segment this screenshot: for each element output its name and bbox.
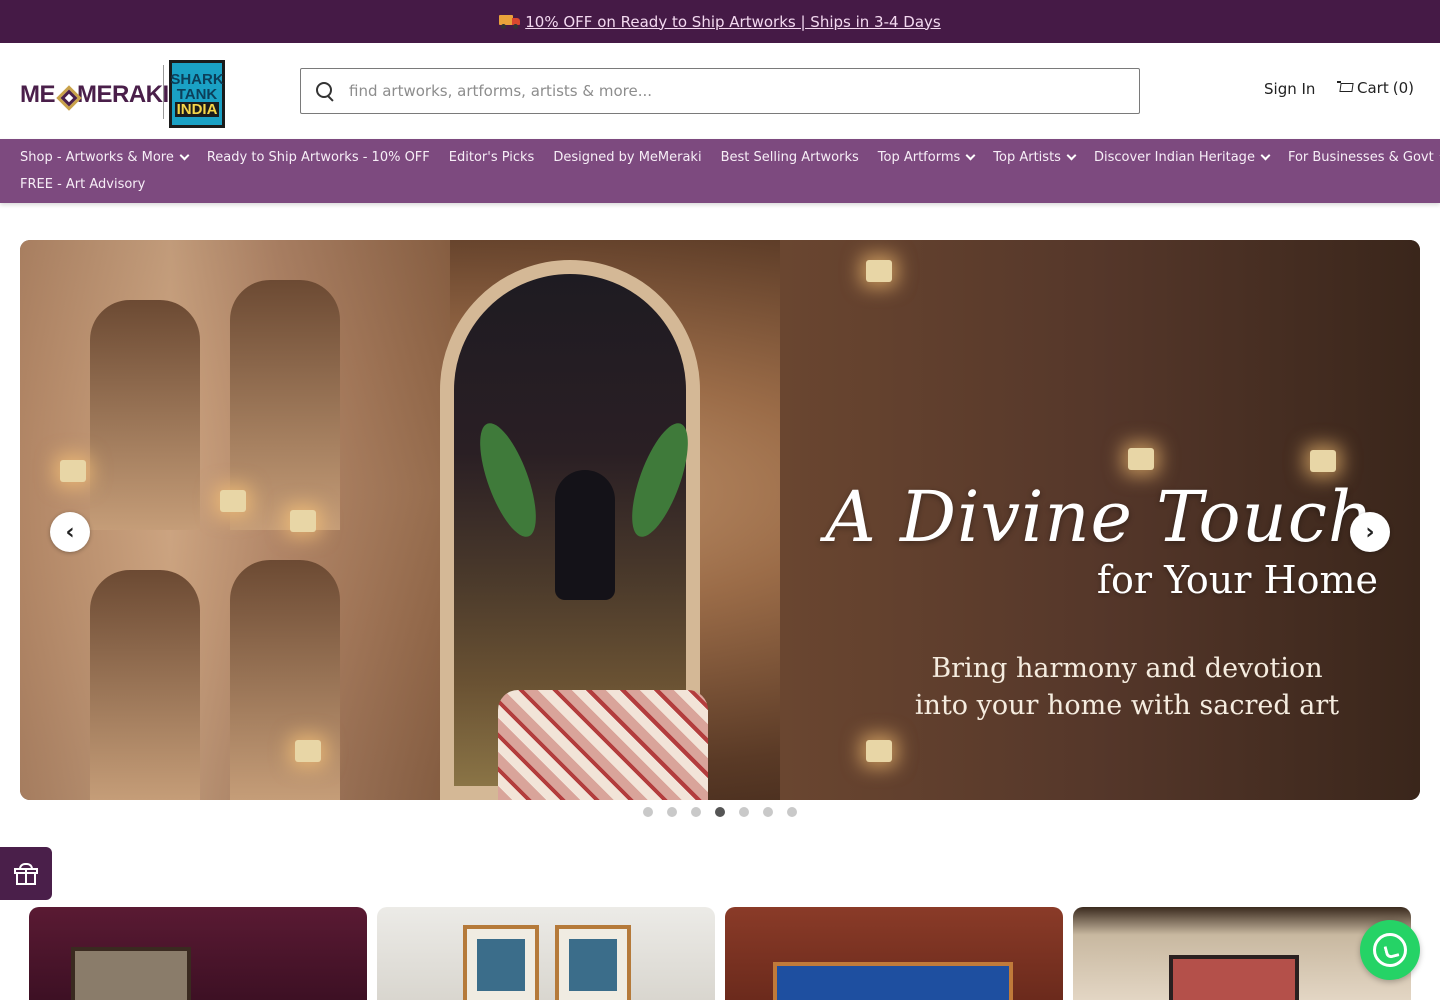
whatsapp-icon bbox=[1373, 933, 1407, 967]
nav-item-label: Editor's Picks bbox=[448, 150, 535, 165]
search-bar[interactable] bbox=[300, 68, 1140, 114]
artwork-frame bbox=[555, 925, 631, 1000]
carousel-dots bbox=[643, 807, 797, 817]
gift-icon bbox=[14, 862, 38, 885]
nav-row-secondary: FREE - Art Advisory bbox=[20, 177, 145, 192]
announcement-bar: 10% OFF on Ready to Ship Artworks | Ship… bbox=[0, 0, 1440, 43]
hero-niche bbox=[90, 570, 200, 800]
hero-lamp bbox=[220, 490, 246, 512]
nav-item-shop-artworks-more[interactable]: Shop - Artworks & More bbox=[20, 150, 190, 165]
hero-lamp bbox=[295, 740, 321, 762]
nav-item-label: Best Selling Artworks bbox=[720, 150, 859, 165]
memeraki-logo[interactable]: ME MERAKI bbox=[20, 81, 169, 109]
artwork-frame bbox=[463, 925, 539, 1000]
nav-row-primary: Shop - Artworks & More Ready to Ship Artw… bbox=[20, 150, 1440, 165]
nav-item-label: Shop - Artworks & More bbox=[20, 150, 174, 165]
artwork-frame bbox=[71, 947, 191, 1000]
chevron-left-icon: ‹ bbox=[65, 519, 75, 545]
nav-item-label: Discover Indian Heritage bbox=[1093, 150, 1255, 165]
nav-item-for-businesses-govt[interactable]: For Businesses & Govt bbox=[1288, 150, 1440, 165]
hero-lamp bbox=[60, 460, 86, 482]
nav-item-designed-by-memeraki[interactable]: Designed by MeMeraki bbox=[553, 150, 701, 165]
badge-line-1: SHARK bbox=[170, 70, 224, 88]
chevron-down-icon bbox=[965, 150, 976, 161]
nav-item-editor-s-picks[interactable]: Editor's Picks bbox=[449, 150, 535, 165]
carousel-dot-6[interactable] bbox=[763, 807, 773, 817]
carousel-prev-button[interactable]: ‹ bbox=[50, 512, 90, 552]
hero-subtitle: for Your Home bbox=[1096, 558, 1378, 602]
truck-icon bbox=[499, 14, 521, 29]
cart-icon bbox=[1337, 81, 1353, 95]
gift-button[interactable] bbox=[0, 847, 52, 900]
shark-tank-india-badge: SHARK TANK INDIA bbox=[169, 60, 225, 128]
carousel-dot-7[interactable] bbox=[787, 807, 797, 817]
carousel-dot-1[interactable] bbox=[643, 807, 653, 817]
hero-lamp bbox=[866, 260, 892, 282]
nav-item-label: Designed by MeMeraki bbox=[553, 150, 702, 165]
hero-lamp bbox=[1128, 448, 1154, 470]
whatsapp-chat-button[interactable] bbox=[1360, 920, 1420, 980]
hero-lamp bbox=[1310, 450, 1336, 472]
hero-niche bbox=[230, 280, 340, 530]
hero-description: Bring harmony and devotion into your hom… bbox=[914, 653, 1340, 721]
sign-in-link[interactable]: Sign In bbox=[1264, 80, 1315, 98]
artwork-frame bbox=[1169, 955, 1299, 1000]
hero-lamp bbox=[290, 510, 316, 532]
site-header: ME MERAKI SHARK TANK INDIA Sign In Cart … bbox=[0, 43, 1440, 139]
cart-button[interactable]: Cart (0) bbox=[1337, 79, 1414, 97]
nav-item-label: Top Artforms bbox=[877, 150, 961, 165]
badge-line-2: TANK bbox=[176, 85, 218, 103]
hero-painting-figure bbox=[555, 470, 615, 600]
search-icon[interactable] bbox=[315, 81, 335, 101]
artwork-frame bbox=[773, 962, 1013, 1000]
carousel-dot-4[interactable] bbox=[715, 807, 725, 817]
carousel-next-button[interactable]: › bbox=[1350, 512, 1390, 552]
nav-item-ready-to-ship-artworks-10-off[interactable]: Ready to Ship Artworks - 10% OFF bbox=[207, 150, 430, 165]
nav-item-label: For Businesses & Govt bbox=[1287, 150, 1434, 165]
nav-item-label: FREE - Art Advisory bbox=[20, 177, 146, 192]
search-input[interactable] bbox=[349, 82, 1109, 100]
chevron-down-icon bbox=[1066, 150, 1077, 161]
hero-bed bbox=[498, 690, 708, 800]
logo-text-right: MERAKI bbox=[77, 81, 169, 108]
nav-item-top-artists[interactable]: Top Artists bbox=[993, 150, 1077, 165]
chevron-down-icon bbox=[1260, 150, 1271, 161]
logo-divider bbox=[163, 65, 164, 119]
cart-count: (0) bbox=[1392, 79, 1414, 97]
announcement-text: 10% OFF on Ready to Ship Artworks | Ship… bbox=[525, 12, 941, 31]
carousel-dot-3[interactable] bbox=[691, 807, 701, 817]
chevron-down-icon bbox=[179, 150, 190, 161]
nav-item-discover-indian-heritage[interactable]: Discover Indian Heritage bbox=[1093, 150, 1271, 165]
hero-niche bbox=[230, 560, 340, 800]
chevron-right-icon: › bbox=[1365, 519, 1375, 545]
badge-line-3: INDIA bbox=[174, 100, 220, 118]
carousel-dot-5[interactable] bbox=[739, 807, 749, 817]
nav-item-top-artforms[interactable]: Top Artforms bbox=[877, 150, 976, 165]
nav-item-label: Ready to Ship Artworks - 10% OFF bbox=[206, 150, 430, 165]
knot-icon bbox=[56, 85, 76, 105]
nav-item-label: Top Artists bbox=[993, 150, 1061, 165]
logo-text-left: ME bbox=[20, 81, 56, 108]
announcement-link[interactable]: 10% OFF on Ready to Ship Artworks | Ship… bbox=[499, 13, 941, 31]
product-card[interactable] bbox=[377, 907, 715, 1000]
product-card[interactable] bbox=[725, 907, 1063, 1000]
hero-niche bbox=[90, 300, 200, 530]
nav-item-free-art-advisory[interactable]: FREE - Art Advisory bbox=[20, 177, 145, 192]
hero-lamp bbox=[866, 740, 892, 762]
main-nav: Shop - Artworks & More Ready to Ship Artw… bbox=[0, 139, 1440, 203]
cart-label: Cart bbox=[1357, 79, 1389, 97]
carousel-dot-2[interactable] bbox=[667, 807, 677, 817]
product-card[interactable] bbox=[29, 907, 367, 1000]
hero-title: A Divine Touch bbox=[825, 476, 1374, 558]
hero-carousel: A Divine Touch for Your Home Bring harmo… bbox=[20, 240, 1420, 800]
nav-item-best-selling-artworks[interactable]: Best Selling Artworks bbox=[721, 150, 859, 165]
